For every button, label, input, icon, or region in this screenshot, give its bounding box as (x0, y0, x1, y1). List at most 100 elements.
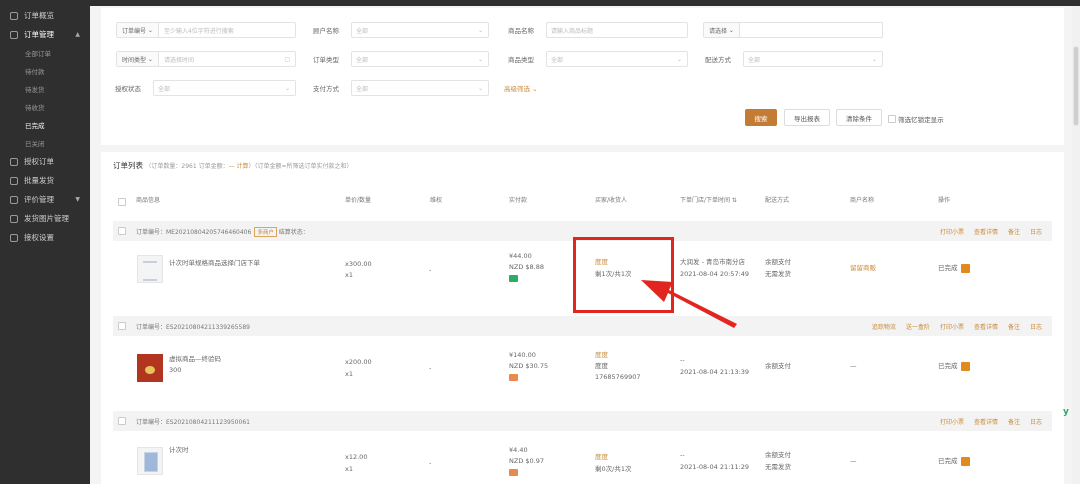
chevron-down-icon: ⌄ (284, 84, 290, 92)
product-thumbnail[interactable] (137, 255, 163, 283)
buyer-usage: 剩0次/共1次 (595, 465, 632, 473)
product-title[interactable]: 虚拟商品—终验码 (169, 354, 221, 365)
sidebar-item-auth-settings[interactable]: 接权设置 (0, 228, 90, 247)
sidebar-sub-all-orders[interactable]: 全部订单 (0, 44, 90, 62)
order-checkbox[interactable] (118, 227, 126, 235)
order-type-select[interactable]: 全部 ⌄ (351, 51, 489, 67)
sidebar-item-authorized-orders[interactable]: 授权订单 (0, 152, 90, 171)
highlight-box (573, 237, 674, 313)
order-number-input[interactable]: 至少输入4位字符进行搜索 (159, 26, 239, 35)
log-link[interactable]: 日志 (1030, 419, 1042, 426)
product-select[interactable]: 请选择 ⌄ (703, 22, 883, 38)
buyer-name[interactable]: 度度 (595, 452, 608, 463)
top-bar (90, 0, 1080, 6)
auth-status-value: 全部 (158, 85, 171, 93)
log-link[interactable]: 日志 (1030, 324, 1042, 331)
delivery-value: 全部 (748, 56, 761, 64)
time-filter[interactable]: 时间类型 ⌄ 请选择时间 ▢ (116, 51, 296, 67)
summary-prefix: （订单数量：2961 订单金额： (145, 163, 229, 170)
customer-filter: 顾户名称 全部 ⌄ (311, 22, 489, 38)
order-type-label: 订单类型 (313, 56, 339, 64)
lock-filter-toggle[interactable]: 筛选忆锁定显示 (888, 114, 944, 124)
view-detail-link[interactable]: 查看详情 (974, 229, 998, 236)
order-list-summary: （订单数量：2961 订单金额：— 计算）（订单金额=所筛选订单实付款之和） (145, 163, 352, 170)
remark-link[interactable]: 备注 (1008, 419, 1020, 426)
sidebar-item-reviews[interactable]: 评价管理 ▼ (0, 190, 90, 209)
order-group-header: 订单编号：ES20210804211123950061 打印小票 查看详情 备注 日志 (113, 411, 1052, 431)
product-name-label: 商品名称 (508, 27, 534, 35)
balance-pay-icon (509, 372, 518, 383)
scrollbar[interactable] (1072, 6, 1080, 484)
product-select-label: 请选择 (709, 27, 728, 35)
time-type-select[interactable]: 时间类型 ⌄ (117, 52, 159, 66)
extra-op-link[interactable]: 送一盒阶 (906, 324, 930, 331)
sidebar-item-batch-shipping[interactable]: 批量发货 (0, 171, 90, 190)
order-number-text: 订单编号：ME20210804205746460406 (136, 229, 252, 236)
rights-status: - (429, 266, 432, 274)
log-link[interactable]: 日志 (1030, 229, 1042, 236)
buyer-name[interactable]: 度度 (595, 350, 608, 361)
sidebar-item-overview[interactable]: 订单概览 (0, 6, 90, 25)
product-thumbnail[interactable] (137, 447, 163, 475)
print-receipt-link[interactable]: 打印小票 (940, 419, 964, 426)
search-button[interactable]: 搜索 (745, 109, 777, 126)
column-store-time[interactable]: 下单门店/下单时间 ⇅ (680, 195, 737, 204)
merchant-name[interactable]: 留留商贩 (850, 263, 876, 274)
order-status-text: 已完成 (938, 457, 958, 465)
product-select-dropdown[interactable]: 请选择 ⌄ (704, 23, 740, 37)
auth-status-select[interactable]: 全部 ⌄ (153, 80, 296, 96)
delivery-select[interactable]: 全部 ⌄ (743, 51, 883, 67)
export-button[interactable]: 导出报表 (784, 109, 830, 126)
print-receipt-link[interactable]: 打印小票 (940, 324, 964, 331)
track-logistics-link[interactable]: 追踪物流 (872, 324, 896, 331)
lock-filter-checkbox[interactable] (888, 115, 896, 123)
sidebar-sub-pending-payment[interactable]: 待付款 (0, 62, 90, 80)
sidebar-item-order-management[interactable]: 订单管理 ▲ (0, 25, 90, 44)
product-title[interactable]: 计次时单规格商品选择门店下单 (169, 258, 260, 269)
sidebar-sub-completed[interactable]: 已完成 (0, 116, 90, 134)
paid-nzd: NZD $8.88 (509, 263, 544, 271)
quantity: x1 (345, 271, 353, 279)
product-thumbnail[interactable] (137, 354, 163, 382)
sidebar-item-label: 发货图片管理 (24, 214, 69, 223)
advanced-filter-link[interactable]: 高级筛选 ⌄ (504, 80, 538, 96)
table-header: 商品信息 单价/数量 维权 实付款 买家/收货人 下单门店/下单时间 ⇅ 配送方… (113, 192, 1052, 208)
clear-button[interactable]: 清除条件 (836, 109, 882, 126)
auth-status-label: 授权状态 (115, 85, 141, 93)
chevron-up-icon: ▲ (75, 31, 80, 38)
order-checkbox[interactable] (118, 322, 126, 330)
order-store: 大润发 - 青岛市南分店 (680, 258, 745, 266)
remark-link[interactable]: 备注 (1008, 229, 1020, 236)
summary-calc-link[interactable]: — 计算 (229, 163, 249, 170)
sidebar-item-shipping-images[interactable]: 发货图片管理 (0, 209, 90, 228)
order-number-type-select[interactable]: 订单编号 ⌄ (117, 23, 159, 37)
scrollbar-thumb[interactable] (1073, 46, 1079, 126)
product-type-label: 商品类型 (508, 56, 534, 64)
order-type-value: 全部 (356, 56, 369, 64)
paid-amount: ¥4.40 (509, 446, 528, 454)
order-status: 已完成 (938, 456, 970, 467)
sidebar-sub-pending-shipment[interactable]: 待发货 (0, 80, 90, 98)
time-input[interactable]: 请选择时间 (159, 55, 199, 64)
order-number-search[interactable]: 订单编号 ⌄ 至少输入4位字符进行搜索 (116, 22, 296, 38)
product-title[interactable]: 计次时 (169, 445, 189, 456)
authorized-order-icon (10, 157, 18, 166)
sidebar-sub-pending-receipt[interactable]: 待收货 (0, 98, 90, 116)
order-checkbox[interactable] (118, 417, 126, 425)
sidebar-sub-closed[interactable]: 已关闭 (0, 134, 90, 152)
column-delivery: 配送方式 (765, 197, 790, 204)
product-type-select[interactable]: 全部 ⌄ (546, 51, 688, 67)
customer-select[interactable]: 全部 ⌄ (351, 22, 489, 38)
view-detail-link[interactable]: 查看详情 (974, 324, 998, 331)
table-row: 虚拟商品—终验码 300 x200.00 x1 - ¥140.00 NZD $3… (113, 340, 1052, 396)
paid-nzd: NZD $0.97 (509, 457, 544, 465)
unit-price: x12.00 (345, 453, 368, 461)
product-name-input[interactable]: 请输入商品标题 (546, 22, 688, 38)
review-icon (10, 195, 18, 204)
view-detail-link[interactable]: 查看详情 (974, 419, 998, 426)
pay-method-select[interactable]: 全部 ⌄ (351, 80, 489, 96)
print-receipt-link[interactable]: 打印小票 (940, 229, 964, 236)
remark-link[interactable]: 备注 (1008, 324, 1020, 331)
sidebar-item-label: 评价管理 (24, 195, 54, 204)
floating-mark: y (1063, 407, 1069, 417)
